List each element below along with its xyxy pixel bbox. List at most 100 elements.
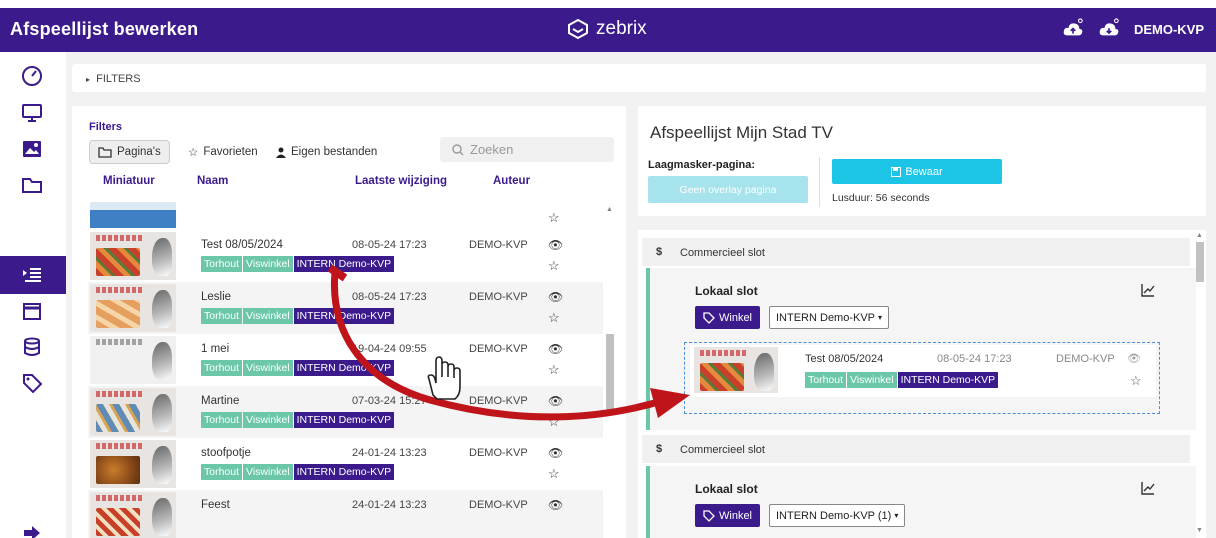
page-list-scrollbar[interactable]: ▲ <box>604 206 616 536</box>
slot-header[interactable]: $ Commercieel slot <box>642 435 1190 463</box>
playlist-slots: $ Commercieel slot Lokaal slot Winkel IN… <box>638 230 1206 538</box>
list-item[interactable]: Feest 24-01-24 13:23 DEMO-KVP 👁 <box>88 490 603 538</box>
slots-scrollbar[interactable]: ▲ ▼ <box>1194 232 1206 538</box>
col-thumbnail[interactable]: Miniatuur <box>103 175 155 187</box>
tag-icon[interactable] <box>19 370 45 396</box>
item-name: stoofpotje <box>201 447 251 459</box>
star-icon[interactable]: ☆ <box>548 210 560 226</box>
cloud-download-icon[interactable] <box>1098 18 1120 40</box>
winkel-label: Winkel <box>719 509 753 522</box>
tag-badge: INTERN Demo-KVP <box>293 360 395 376</box>
star-icon[interactable]: ☆ <box>548 310 560 326</box>
item-date: 24-01-24 13:23 <box>352 447 427 459</box>
star-icon[interactable]: ☆ <box>548 362 560 378</box>
playlist-icon[interactable] <box>19 262 45 288</box>
folder-icon[interactable] <box>19 172 45 198</box>
slot-item[interactable]: Test 08/05/2024 08-05-24 17:23 DEMO-KVP … <box>690 345 1156 397</box>
chevron-down-icon: ▾ <box>878 313 883 322</box>
tag-badge: Torhout <box>201 360 243 376</box>
eye-icon[interactable]: 👁 <box>548 498 563 512</box>
eye-icon[interactable]: 👁 <box>548 342 563 356</box>
slot-title: Lokaal slot <box>695 482 758 496</box>
tab-own-files-label: Eigen bestanden <box>291 146 378 158</box>
item-date: 24-01-24 13:23 <box>352 499 427 511</box>
dollar-icon: $ <box>656 443 663 455</box>
overlay-page-button[interactable]: Geen overlay pagina <box>648 176 808 203</box>
tag-badge: Viswinkel <box>243 256 293 272</box>
star-icon[interactable]: ☆ <box>548 414 560 430</box>
chart-icon[interactable] <box>1140 282 1156 301</box>
drop-zone[interactable]: Test 08/05/2024 08-05-24 17:23 DEMO-KVP … <box>684 342 1160 414</box>
chevron-down-icon: ▾ <box>894 511 899 520</box>
monitor-icon[interactable] <box>19 100 45 126</box>
list-item[interactable]: Martine 07-03-24 15:27 DEMO-KVP Torhout … <box>88 386 603 438</box>
eye-icon[interactable]: 👁 <box>548 238 563 252</box>
user-name[interactable]: DEMO-KVP <box>1134 22 1204 37</box>
slot-select[interactable]: INTERN Demo-KVP (1) ▾ <box>769 504 906 527</box>
thumbnail <box>90 202 176 228</box>
user-icon <box>276 147 286 158</box>
tag-badge: Torhout <box>201 256 243 272</box>
tab-favorites[interactable]: ☆ Favorieten <box>188 140 258 164</box>
col-name[interactable]: Naam <box>197 175 228 187</box>
search-input[interactable]: Zoeken <box>440 137 614 162</box>
thumbnail <box>90 388 176 436</box>
tag-badge: Viswinkel <box>243 412 293 428</box>
dashboard-icon[interactable] <box>19 62 45 88</box>
item-author: DEMO-KVP <box>1056 353 1115 365</box>
calendar-icon[interactable] <box>19 298 45 324</box>
tag-badge: Viswinkel <box>243 464 293 480</box>
chart-icon[interactable] <box>1140 480 1156 499</box>
tab-pages[interactable]: Pagina's <box>89 140 170 164</box>
star-icon[interactable]: ☆ <box>1130 373 1142 389</box>
item-name: Test 08/05/2024 <box>201 239 283 251</box>
slot-select[interactable]: INTERN Demo-KVP ▾ <box>769 306 890 329</box>
filters-toggle-label: FILTERS <box>96 73 141 85</box>
slot-card: Lokaal slot Winkel INTERN Demo-KVP (1) ▾ <box>646 466 1196 538</box>
eye-icon[interactable]: 👁 <box>548 394 563 408</box>
slot-select-value: INTERN Demo-KVP (1) <box>776 509 892 522</box>
cloud-upload-icon[interactable] <box>1062 18 1084 40</box>
star-icon[interactable]: ☆ <box>548 258 560 274</box>
eye-icon[interactable]: 👁 <box>548 290 563 304</box>
thumbnail <box>90 232 176 280</box>
slot-header[interactable]: $ Commercieel slot <box>642 238 1190 266</box>
divider <box>819 157 820 207</box>
item-date: 19-04-24 09:55 <box>352 343 427 355</box>
logout-icon[interactable] <box>19 520 45 538</box>
star-icon[interactable]: ☆ <box>548 466 560 482</box>
tag-badge: Viswinkel <box>847 372 897 388</box>
folder-icon <box>98 146 112 158</box>
zebrix-logo-icon <box>568 18 588 40</box>
item-date: 08-05-24 17:23 <box>937 353 1012 365</box>
brand-logo[interactable]: zebrix <box>566 18 647 40</box>
mask-label: Laagmasker-pagina: <box>648 159 755 171</box>
thumbnail <box>694 347 778 393</box>
winkel-label: Winkel <box>719 311 753 324</box>
list-item[interactable]: 1 mei 19-04-24 09:55 DEMO-KVP Torhout Vi… <box>88 334 603 386</box>
database-icon[interactable] <box>19 334 45 360</box>
save-button[interactable]: Bewaar <box>832 159 1002 184</box>
tag-badge: INTERN Demo-KVP <box>897 372 999 388</box>
image-icon[interactable] <box>19 136 45 162</box>
eye-icon[interactable]: 👁 <box>1127 352 1141 365</box>
col-author[interactable]: Auteur <box>493 175 530 187</box>
item-name: 1 mei <box>201 343 230 355</box>
winkel-button[interactable]: Winkel <box>695 504 761 527</box>
list-item[interactable]: Test 08/05/2024 08-05-24 17:23 DEMO-KVP … <box>88 230 603 282</box>
star-icon: ☆ <box>188 147 199 159</box>
filters-toggle[interactable]: ▸ FILTERS <box>72 64 1206 92</box>
list-item[interactable]: Leslie 08-05-24 17:23 DEMO-KVP Torhout V… <box>88 282 603 334</box>
item-author: DEMO-KVP <box>469 499 528 511</box>
tag-badge: Torhout <box>201 308 243 324</box>
list-item-partial[interactable]: ☆ <box>88 202 603 230</box>
brand-name: zebrix <box>596 18 647 39</box>
list-item[interactable]: stoofpotje 24-01-24 13:23 DEMO-KVP Torho… <box>88 438 603 490</box>
col-modified[interactable]: Laatste wijziging <box>355 175 447 187</box>
tab-own-files[interactable]: Eigen bestanden <box>276 140 377 164</box>
slot-select-value: INTERN Demo-KVP <box>776 311 876 324</box>
eye-icon[interactable]: 👁 <box>548 446 563 460</box>
winkel-button[interactable]: Winkel <box>695 306 761 329</box>
item-author: DEMO-KVP <box>469 447 528 459</box>
item-name: Feest <box>201 499 230 511</box>
